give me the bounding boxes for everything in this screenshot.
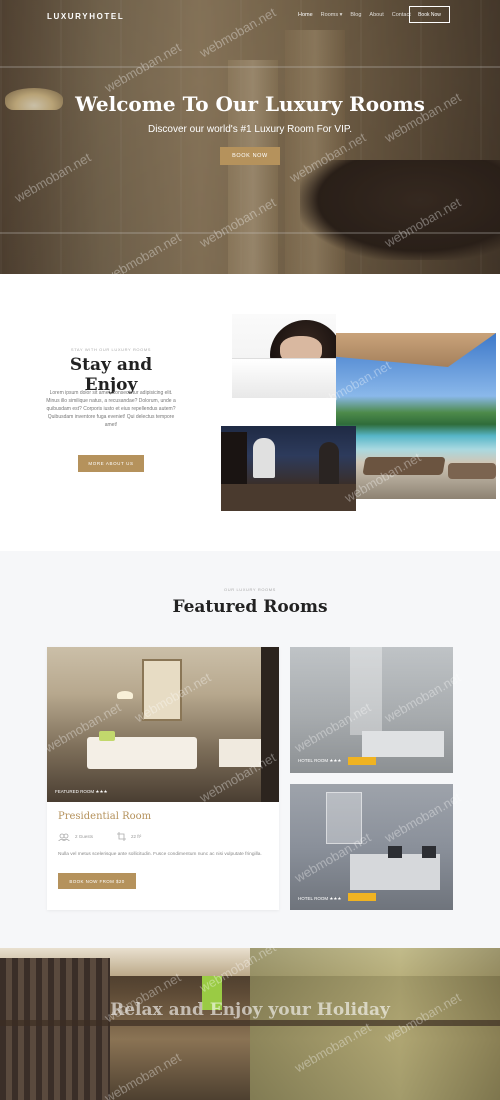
holiday-title: Relax and Enjoy your Holiday (110, 1000, 390, 1020)
sheet-shape (232, 358, 336, 398)
curtain-shape (0, 958, 110, 1100)
holiday-section: Relax and Enjoy your Holiday (0, 948, 500, 1100)
room-badge (348, 757, 376, 765)
cushion-shape (422, 846, 436, 858)
hero-title: Welcome To Our Luxury Rooms (75, 92, 425, 116)
cushion-shape (388, 846, 402, 858)
room-badge (348, 893, 376, 901)
hero-subtitle: Discover our world's #1 Luxury Room For … (147, 124, 353, 135)
nav-blog[interactable]: Blog (350, 12, 361, 18)
rooms-title: Featured Rooms (172, 597, 328, 617)
featured-room-card[interactable]: FEATURED ROOM ★★★ Presidential Room 2 Gu… (47, 647, 279, 910)
window-shape (326, 792, 362, 844)
nav-rooms[interactable]: Rooms ▾ (321, 12, 343, 18)
featured-room-image: FEATURED ROOM ★★★ (47, 647, 279, 802)
bar-counter (221, 484, 356, 511)
bed-shape (362, 731, 444, 757)
rooms-eyebrow: OUR LUXURY ROOMS (224, 587, 276, 592)
bartender-silhouette (253, 438, 275, 478)
hotel-room-card[interactable]: HOTEL ROOM ★★★ (290, 784, 453, 910)
ceiling-light (117, 691, 133, 699)
hotel-room-tag: HOTEL ROOM ★★★ (298, 896, 342, 901)
lounger-shape (362, 457, 446, 475)
bed-shape (87, 737, 197, 769)
room-meta: 2 Guests 22 ft² (58, 832, 141, 841)
site-logo[interactable]: LUXURYHOTEL (47, 12, 124, 21)
lounger-shape (448, 463, 496, 479)
bar-photo (221, 426, 356, 511)
woman-in-bed-photo (232, 314, 336, 398)
navbar: LUXURYHOTEL Home Rooms ▾ Blog About Cont… (0, 0, 500, 34)
nav-home[interactable]: Home (298, 12, 313, 18)
hero-book-now-button[interactable]: BOOK NOW (220, 147, 280, 165)
room-guests: 2 Guests (75, 834, 94, 839)
more-about-us-button[interactable]: MORE ABOUT US (78, 455, 144, 472)
wall-shape (261, 647, 279, 802)
pool-photo (336, 333, 496, 499)
guest-silhouette (319, 442, 339, 486)
curtain-shape (350, 647, 382, 735)
guests-icon (58, 833, 70, 841)
hotel-room-card[interactable]: HOTEL ROOM ★★★ (290, 647, 453, 773)
room-name[interactable]: Presidential Room (58, 811, 151, 822)
hero-overlay (0, 0, 500, 274)
nav-about[interactable]: About (369, 12, 383, 18)
book-room-button[interactable]: BOOK NOW FROM $20 (58, 873, 136, 889)
nav-contact[interactable]: Contact (392, 12, 411, 18)
nav-book-now-button[interactable]: Book Now (409, 6, 450, 23)
nav-links: Home Rooms ▾ Blog About Contact (298, 12, 411, 18)
about-text: Lorem ipsum dolor sit amet, consectetur … (46, 390, 176, 428)
rooms-section: OUR LUXURY ROOMS Featured Rooms FEATURED… (0, 551, 500, 948)
room-description: Nulla vel metus scelerisque ante sollici… (58, 852, 262, 857)
room-size-icon (117, 832, 127, 841)
bed-shape (350, 854, 440, 890)
hotel-room-tag: HOTEL ROOM ★★★ (298, 758, 342, 763)
window-shape (142, 659, 182, 721)
about-section: STAY WITH OUR LUXURY ROOMS Stay and Enjo… (0, 274, 500, 551)
umbrella-shape (336, 333, 496, 367)
pillow-shape (99, 731, 115, 741)
room-size: 22 ft² (131, 834, 142, 839)
about-eyebrow: STAY WITH OUR LUXURY ROOMS (70, 347, 152, 352)
featured-room-tag: FEATURED ROOM ★★★ (55, 789, 108, 794)
hero-section: LUXURYHOTEL Home Rooms ▾ Blog About Cont… (0, 0, 500, 274)
image-band (0, 1020, 500, 1026)
